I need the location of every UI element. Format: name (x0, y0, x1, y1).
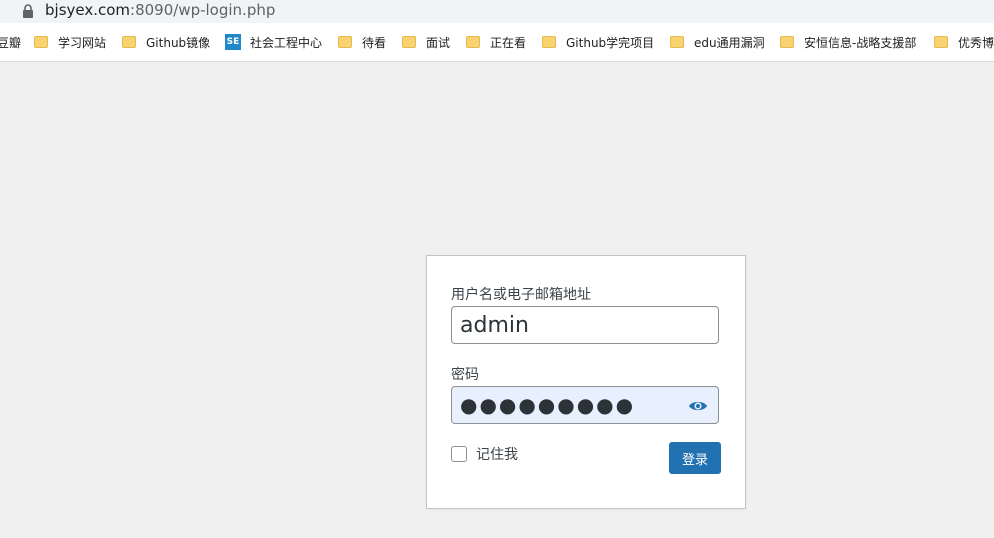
url-path: :8090/wp-login.php (130, 1, 276, 19)
username-value: admin (460, 312, 529, 338)
folder-icon (934, 36, 948, 48)
se-icon: SE (225, 34, 241, 50)
folder-icon (122, 36, 136, 48)
folder-icon (466, 36, 480, 48)
bookmark-study-sites[interactable]: 学习网站 (34, 32, 106, 52)
bookmark-edu-vulns[interactable]: edu通用漏洞 (670, 32, 765, 52)
browser-chrome: bjsyex.com:8090/wp-login.php 豆瓣 学习网站 Git… (0, 0, 994, 62)
folder-icon (542, 36, 556, 48)
bookmark-to-watch[interactable]: 待看 (338, 32, 386, 52)
bookmark-label: 正在看 (490, 35, 527, 50)
login-form: 用户名或电子邮箱地址 admin 密码 ●●●●●●●●● 记住我 登录 (426, 255, 746, 509)
remember-label: 记住我 (476, 447, 518, 463)
show-password-icon[interactable] (688, 398, 708, 414)
bookmark-social-engineering[interactable]: SE 社会工程中心 (225, 32, 322, 52)
url-host: bjsyex.com (45, 1, 131, 19)
password-value: ●●●●●●●●● (460, 393, 636, 417)
bookmark-blogs[interactable]: 优秀博 (934, 32, 994, 52)
bookmark-label: 学习网站 (58, 35, 107, 50)
bookmark-label: 社会工程中心 (250, 35, 323, 50)
address-bar[interactable]: bjsyex.com:8090/wp-login.php (0, 0, 994, 23)
folder-icon (670, 36, 684, 48)
folder-icon (338, 36, 352, 48)
login-button[interactable]: 登录 (669, 442, 721, 474)
folder-icon (402, 36, 416, 48)
bookmark-label: Github镜像 (146, 35, 211, 50)
bookmark-label: 待看 (362, 35, 387, 50)
bookmark-label: 面试 (426, 35, 451, 50)
bookmark-douban[interactable]: 豆瓣 (0, 32, 21, 52)
bookmark-label: 豆瓣 (0, 35, 22, 50)
bookmark-github-done[interactable]: Github学完项目 (542, 32, 654, 52)
bookmark-label: 安恒信息-战略支援部 (804, 35, 917, 50)
folder-icon (34, 36, 48, 48)
bookmark-github-mirror[interactable]: Github镜像 (122, 32, 210, 52)
url-text[interactable]: bjsyex.com:8090/wp-login.php (45, 1, 275, 19)
bookmarks-bar: 豆瓣 学习网站 Github镜像 SE 社会工程中心 待看 面试 正在看 Git (0, 27, 994, 57)
bookmark-label: Github学完项目 (566, 35, 655, 50)
bookmark-label: 优秀博 (958, 35, 994, 50)
bookmark-label: edu通用漏洞 (694, 35, 765, 50)
username-label: 用户名或电子邮箱地址 (451, 287, 591, 303)
folder-icon (780, 36, 794, 48)
username-input[interactable]: admin (451, 306, 719, 344)
password-input[interactable]: ●●●●●●●●● (451, 386, 719, 424)
password-label: 密码 (451, 367, 479, 383)
remember-checkbox[interactable] (451, 446, 467, 462)
lock-icon (23, 4, 33, 18)
bookmark-watching[interactable]: 正在看 (466, 32, 526, 52)
remember-me[interactable]: 记住我 (451, 444, 518, 464)
bookmark-interview[interactable]: 面试 (402, 32, 450, 52)
bookmark-anheng[interactable]: 安恒信息-战略支援部 (780, 32, 916, 52)
